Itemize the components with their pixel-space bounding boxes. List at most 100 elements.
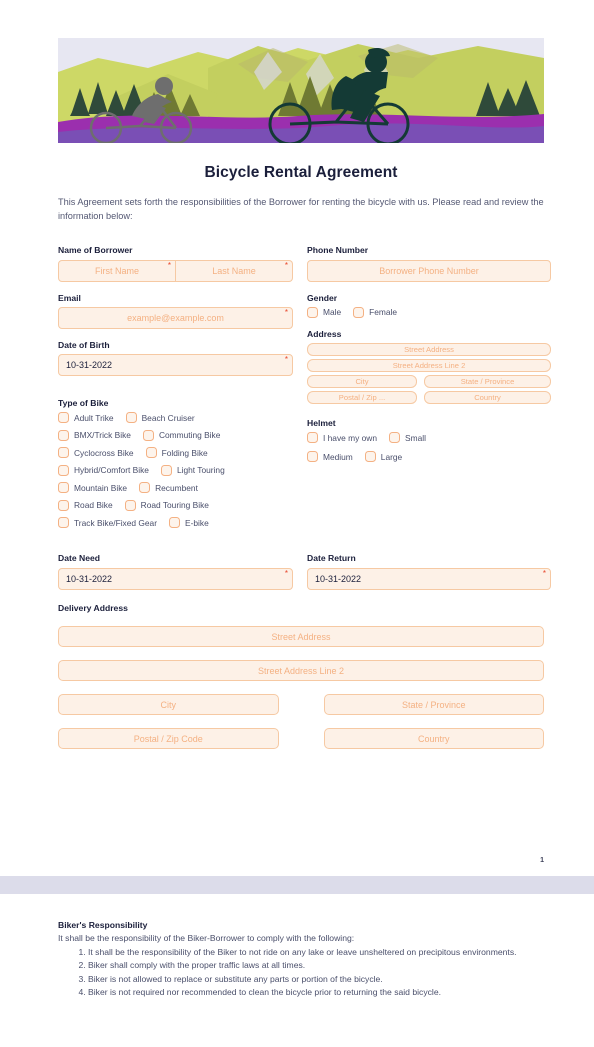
checkbox-icon[interactable] bbox=[307, 306, 318, 318]
address-state-input[interactable]: State / Province bbox=[424, 375, 551, 389]
address-street-input[interactable]: Street Address bbox=[307, 343, 551, 357]
checkbox-icon[interactable] bbox=[142, 429, 154, 441]
helmet-option-label: Medium bbox=[323, 451, 353, 462]
bike-option-label: Hybrid/Comfort Bike bbox=[74, 465, 149, 476]
checkbox-icon[interactable] bbox=[139, 482, 151, 494]
field-group-email: Email example@example.com * bbox=[58, 293, 293, 329]
delivery-street-input[interactable]: Street Address bbox=[58, 626, 544, 648]
checkbox-icon[interactable] bbox=[58, 429, 69, 441]
address-state-placeholder: State / Province bbox=[460, 377, 515, 387]
field-group-gender: Gender Male Female bbox=[307, 293, 551, 318]
checkbox-icon[interactable] bbox=[125, 412, 137, 424]
checkbox-icon[interactable] bbox=[58, 482, 69, 494]
address-city-input[interactable]: City bbox=[307, 375, 417, 389]
date-need-label: Date Need bbox=[58, 553, 101, 564]
checkbox-icon[interactable] bbox=[58, 412, 69, 424]
delivery-city-placeholder: City bbox=[160, 699, 177, 710]
field-group-date-return: Date Return 10-31-2022 * bbox=[307, 553, 551, 590]
checkbox-icon[interactable] bbox=[307, 451, 318, 463]
delivery-city-input[interactable]: City bbox=[58, 694, 279, 716]
dob-value: 10-31-2022 bbox=[66, 360, 113, 371]
dob-input[interactable]: 10-31-2022 * bbox=[58, 354, 293, 377]
helmet-option-small[interactable]: Small bbox=[389, 432, 426, 444]
required-asterisk: * bbox=[284, 307, 288, 317]
delivery-state-input[interactable]: State / Province bbox=[323, 694, 544, 716]
checkbox-icon[interactable] bbox=[160, 464, 172, 476]
dob-label: Date of Birth bbox=[58, 339, 110, 350]
checkbox-icon[interactable] bbox=[389, 432, 400, 444]
bike-option-commuting-bike[interactable]: Commuting Bike bbox=[142, 429, 221, 441]
bike-option-hybrid-comfort-bike[interactable]: Hybrid/Comfort Bike bbox=[58, 464, 149, 476]
bike-option-light-touring[interactable]: Light Touring bbox=[160, 464, 225, 476]
bike-option-road-bike[interactable]: Road Bike bbox=[58, 499, 113, 511]
required-asterisk: * bbox=[284, 355, 288, 365]
bike-option-recumbent[interactable]: Recumbent bbox=[139, 482, 198, 494]
bike-type-checkbox-grid: Adult Trike Beach Cruiser BMX/Trick Bike bbox=[58, 412, 293, 529]
intro-text: This Agreement sets forth the responsibi… bbox=[58, 197, 544, 221]
checkbox-icon[interactable] bbox=[58, 499, 69, 511]
bike-option-cyclocross-bike[interactable]: Cyclocross Bike bbox=[58, 447, 134, 459]
checkbox-icon[interactable] bbox=[58, 464, 69, 476]
helmet-options-row: Medium Large bbox=[307, 451, 551, 463]
bike-option-e-bike[interactable]: E-bike bbox=[169, 517, 209, 529]
address-postal-input[interactable]: Postal / Zip ... bbox=[307, 391, 417, 405]
bike-option-beach-cruiser[interactable]: Beach Cruiser bbox=[125, 412, 195, 424]
checkbox-icon[interactable] bbox=[353, 306, 365, 318]
checkbox-row: Track Bike/Fixed Gear E-bike bbox=[58, 517, 293, 529]
list-item: It shall be the responsibility of the Bi… bbox=[88, 946, 544, 958]
date-need-input[interactable]: 10-31-2022 * bbox=[58, 567, 293, 590]
bike-option-track-bike-fixed-gear[interactable]: Track Bike/Fixed Gear bbox=[58, 517, 157, 529]
helmet-option-i-have-my-own[interactable]: I have my own bbox=[307, 432, 377, 444]
bike-option-mountain-bike[interactable]: Mountain Bike bbox=[58, 482, 127, 494]
email-input[interactable]: example@example.com * bbox=[58, 306, 293, 329]
bike-option-label: Adult Trike bbox=[74, 412, 114, 423]
address-country-input[interactable]: Country bbox=[424, 391, 551, 405]
field-group-phone: Phone Number Borrower Phone Number bbox=[307, 245, 551, 282]
first-name-input[interactable]: First Name * bbox=[58, 259, 176, 282]
date-return-input[interactable]: 10-31-2022 * bbox=[307, 567, 551, 590]
checkbox-icon[interactable] bbox=[58, 517, 69, 529]
checkbox-icon[interactable] bbox=[169, 517, 180, 529]
checkbox-icon[interactable] bbox=[364, 451, 376, 463]
checkbox-icon[interactable] bbox=[145, 447, 157, 459]
checkbox-icon[interactable] bbox=[307, 432, 318, 444]
list-item: Biker shall comply with the proper traff… bbox=[88, 959, 544, 971]
first-name-placeholder: First Name bbox=[94, 265, 139, 276]
bike-option-road-touring-bike[interactable]: Road Touring Bike bbox=[124, 499, 209, 511]
bike-option-adult-trike[interactable]: Adult Trike bbox=[58, 412, 114, 424]
list-item: Biker is not required nor recommended to… bbox=[88, 986, 544, 998]
address-street-placeholder: Street Address bbox=[404, 345, 454, 355]
email-placeholder: example@example.com bbox=[127, 312, 224, 323]
address-label: Address bbox=[307, 328, 342, 339]
delivery-street2-input[interactable]: Street Address Line 2 bbox=[58, 660, 544, 682]
required-asterisk: * bbox=[284, 260, 288, 270]
bike-option-label: Beach Cruiser bbox=[141, 412, 195, 423]
delivery-postal-input[interactable]: Postal / Zip Code bbox=[58, 728, 279, 750]
document-page-2: Biker's Responsibility It shall be the r… bbox=[0, 894, 594, 1047]
gender-option-label: Female bbox=[369, 307, 398, 318]
helmet-option-medium[interactable]: Medium bbox=[307, 451, 353, 463]
required-asterisk: * bbox=[284, 568, 288, 578]
delivery-street2-placeholder: Street Address Line 2 bbox=[257, 665, 345, 676]
address-street2-input[interactable]: Street Address Line 2 bbox=[307, 359, 551, 373]
last-name-input[interactable]: Last Name * bbox=[176, 259, 293, 282]
bike-option-folding-bike[interactable]: Folding Bike bbox=[145, 447, 208, 459]
gender-option-male[interactable]: Male bbox=[307, 306, 341, 318]
field-group-date-need: Date Need 10-31-2022 * bbox=[58, 553, 293, 590]
phone-input[interactable]: Borrower Phone Number bbox=[307, 259, 551, 282]
checkbox-row: Adult Trike Beach Cruiser bbox=[58, 412, 293, 424]
required-asterisk: * bbox=[167, 260, 171, 270]
field-group-delivery-address: Delivery Address Street Address Street A… bbox=[58, 603, 544, 762]
checkbox-row: BMX/Trick Bike Commuting Bike bbox=[58, 429, 293, 441]
checkbox-icon[interactable] bbox=[58, 447, 69, 459]
bike-option-label: Road Bike bbox=[74, 500, 113, 511]
checkbox-icon[interactable] bbox=[124, 499, 136, 511]
bike-option-label: Commuting Bike bbox=[158, 430, 221, 441]
checkbox-row: Mountain Bike Recumbent bbox=[58, 482, 293, 494]
delivery-country-input[interactable]: Country bbox=[323, 728, 544, 750]
field-group-helmet: Helmet I have my own Small Medium Large bbox=[307, 418, 551, 463]
helmet-option-large[interactable]: Large bbox=[364, 451, 402, 463]
address-postal-placeholder: Postal / Zip ... bbox=[338, 393, 386, 403]
bike-option-bmx-trick-bike[interactable]: BMX/Trick Bike bbox=[58, 429, 131, 441]
gender-option-female[interactable]: Female bbox=[353, 306, 398, 318]
